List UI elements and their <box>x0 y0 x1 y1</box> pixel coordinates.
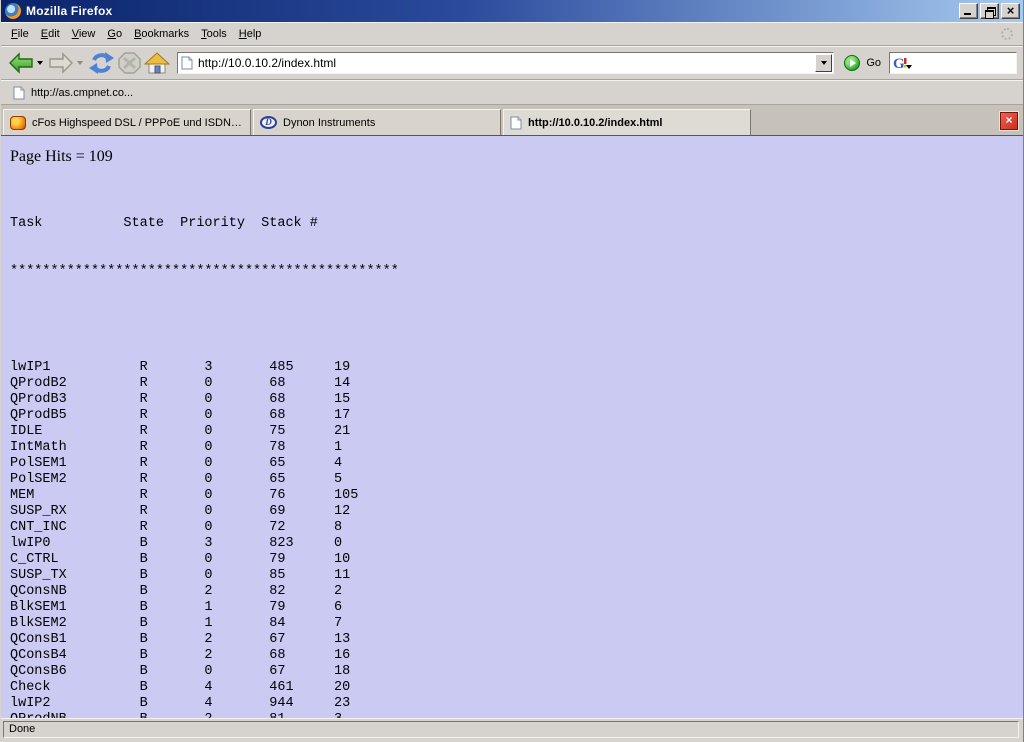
page-content: Page Hits = 109 Task State Priority Stac… <box>1 136 1023 718</box>
table-row: PolSEM1 R 0 65 4 <box>10 456 1023 472</box>
menu-bookmarks[interactable]: Bookmarks <box>128 25 195 43</box>
go-arrow-icon <box>850 59 856 67</box>
menu-bar: File Edit View Go Bookmarks Tools Help <box>1 22 1023 46</box>
task-table-rows: lwIP1 R 3 485 19QProdB2 R 0 68 14QProdB3… <box>10 360 1023 718</box>
table-row: SUSP_RX R 0 69 12 <box>10 504 1023 520</box>
page-icon <box>181 56 193 70</box>
browser-window: Mozilla Firefox × File Edit View Go Book… <box>0 0 1024 742</box>
go-button[interactable] <box>844 55 860 71</box>
window-title: Mozilla Firefox <box>26 4 957 18</box>
back-arrow-icon <box>8 52 34 74</box>
firefox-logo-icon <box>5 3 21 19</box>
url-dropdown-button[interactable] <box>815 54 832 72</box>
table-row: QConsNB B 2 82 2 <box>10 584 1023 600</box>
bookmark-item[interactable]: http://as.cmpnet.co... <box>9 84 137 102</box>
table-row: PolSEM2 R 0 65 5 <box>10 472 1023 488</box>
page-hits-text: Page Hits = 109 <box>10 148 1023 166</box>
status-text: Done <box>3 721 1019 738</box>
tab-strip: cFos Highspeed DSL / PPPoE und ISDN CAP.… <box>1 105 1023 136</box>
back-button[interactable] <box>7 49 35 77</box>
restore-icon <box>985 7 993 14</box>
throbber-icon <box>1001 28 1013 40</box>
task-table: Task State Priority Stack # ************… <box>10 184 1023 718</box>
table-row: lwIP0 B 3 823 0 <box>10 536 1023 552</box>
stop-button[interactable] <box>116 49 143 77</box>
forward-arrow-icon <box>48 52 74 74</box>
table-blank-line <box>10 312 1023 328</box>
table-row: QProdB2 R 0 68 14 <box>10 376 1023 392</box>
minimize-icon <box>964 13 971 15</box>
bookmarks-toolbar: http://as.cmpnet.co... <box>1 80 1023 105</box>
search-engine-caret[interactable] <box>906 65 912 69</box>
table-row: QConsB1 B 2 67 13 <box>10 632 1023 648</box>
tab-cfos[interactable]: cFos Highspeed DSL / PPPoE und ISDN CAP.… <box>3 109 251 135</box>
close-icon: × <box>1007 5 1015 17</box>
close-button[interactable]: × <box>1001 3 1020 19</box>
tab-label: http://10.0.10.2/index.html <box>528 117 662 129</box>
table-row: QConsB6 B 0 67 18 <box>10 664 1023 680</box>
table-row: QConsB4 B 2 68 16 <box>10 648 1023 664</box>
tab-dynon[interactable]: D Dynon Instruments <box>253 109 501 135</box>
restore-button[interactable] <box>980 3 999 19</box>
cfos-icon <box>10 116 26 130</box>
svg-text:G: G <box>893 56 905 71</box>
reload-icon <box>88 51 115 75</box>
document-icon <box>510 116 522 130</box>
reload-button[interactable] <box>87 49 116 77</box>
table-row: BlkSEM2 B 1 84 7 <box>10 616 1023 632</box>
tab-active-index[interactable]: http://10.0.10.2/index.html <box>503 109 751 135</box>
menu-file[interactable]: File <box>5 25 35 43</box>
menu-edit[interactable]: Edit <box>35 25 66 43</box>
forward-dropdown-caret[interactable] <box>77 61 83 65</box>
url-bar[interactable]: http://10.0.10.2/index.html <box>177 52 834 74</box>
minimize-button[interactable] <box>959 3 978 19</box>
chevron-down-icon <box>821 61 827 65</box>
table-header: Task State Priority Stack # <box>10 216 1023 232</box>
table-row: SUSP_TX B 0 85 11 <box>10 568 1023 584</box>
table-row: MEM R 0 76 105 <box>10 488 1023 504</box>
bookmark-page-icon <box>13 86 25 100</box>
stop-icon <box>117 51 142 75</box>
tab-label: cFos Highspeed DSL / PPPoE und ISDN CAP.… <box>32 117 244 129</box>
menu-go[interactable]: Go <box>101 25 128 43</box>
table-row: IntMath R 0 78 1 <box>10 440 1023 456</box>
table-row: QProdB5 R 0 68 17 <box>10 408 1023 424</box>
menu-tools[interactable]: Tools <box>195 25 233 43</box>
bookmark-label: http://as.cmpnet.co... <box>31 87 133 99</box>
menu-help[interactable]: Help <box>233 25 268 43</box>
close-tab-button[interactable]: × <box>1000 112 1018 130</box>
forward-button[interactable] <box>47 49 75 77</box>
title-bar: Mozilla Firefox × <box>1 0 1023 22</box>
table-row: BlkSEM1 B 1 79 6 <box>10 600 1023 616</box>
go-label: Go <box>866 57 881 69</box>
table-row: IDLE R 0 75 21 <box>10 424 1023 440</box>
search-input[interactable]: G <box>889 52 1017 74</box>
url-input[interactable]: http://10.0.10.2/index.html <box>198 56 815 70</box>
table-separator: ****************************************… <box>10 264 1023 280</box>
home-button[interactable] <box>143 49 171 77</box>
tab-label: Dynon Instruments <box>283 117 375 129</box>
back-dropdown-caret[interactable] <box>37 61 43 65</box>
table-row: CNT_INC R 0 72 8 <box>10 520 1023 536</box>
table-row: C_CTRL B 0 79 10 <box>10 552 1023 568</box>
home-icon <box>144 52 170 75</box>
status-bar: Done <box>1 718 1023 742</box>
table-row: lwIP1 R 3 485 19 <box>10 360 1023 376</box>
menu-view[interactable]: View <box>66 25 102 43</box>
table-row: Check B 4 461 20 <box>10 680 1023 696</box>
table-row: lwIP2 B 4 944 23 <box>10 696 1023 712</box>
table-row: QProdB3 R 0 68 15 <box>10 392 1023 408</box>
close-tab-icon: × <box>1005 113 1012 127</box>
navigation-toolbar: http://10.0.10.2/index.html Go G <box>1 46 1023 80</box>
dynon-icon: D <box>260 116 277 129</box>
